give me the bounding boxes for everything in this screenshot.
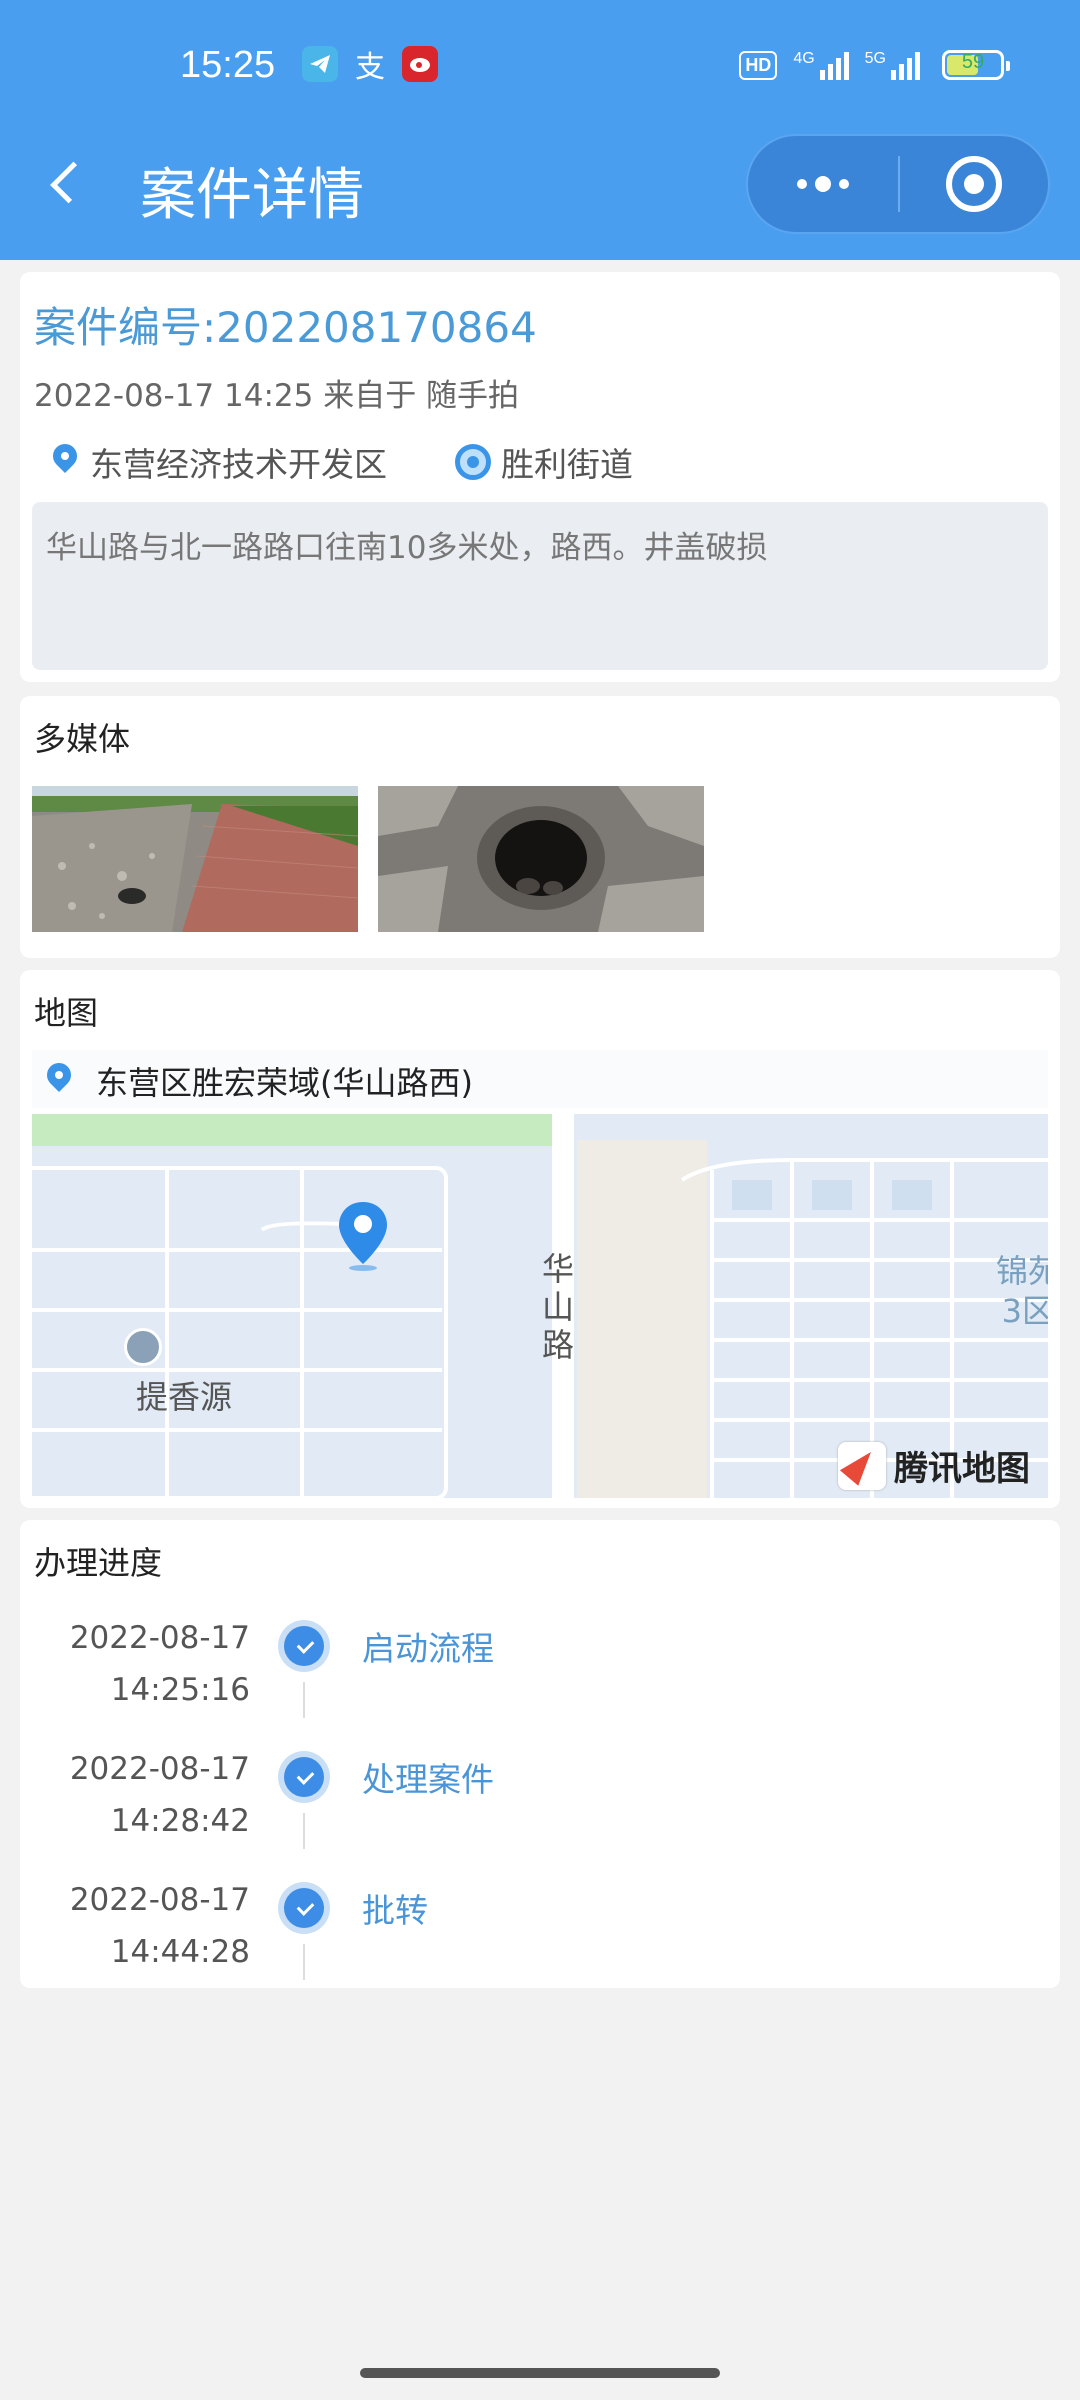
media-title: 多媒体 <box>34 720 131 758</box>
map-view[interactable]: 东营区胜宏荣域(华山路西) 华山路 提香源 锦苑 3区 腾讯地图 <box>32 1050 1048 1498</box>
weibo-icon <box>402 46 438 82</box>
app-header: 15:25 支 HD 4G 5G 59 案件详情 <box>0 0 1080 260</box>
media-thumbnail[interactable] <box>32 786 358 932</box>
step-label[interactable]: 处理案件 <box>362 1753 494 1801</box>
location-row: 东营经济技术开发区 胜利街道 <box>50 438 633 486</box>
step-timestamp: 2022-08-17 14:28:42 <box>69 1751 250 1839</box>
map-partial-label: 3区 <box>1001 1292 1048 1330</box>
home-poi-icon <box>124 1328 162 1366</box>
timeline-connector <box>303 1944 305 1980</box>
case-meta: 2022-08-17 14:25 来自于 随手拍 <box>34 378 520 414</box>
battery-icon: 59 <box>942 50 1010 80</box>
close-miniprogram-button[interactable] <box>900 136 1048 232</box>
progress-title: 办理进度 <box>34 1544 163 1582</box>
step-label[interactable]: 启动流程 <box>362 1622 494 1670</box>
map-address: 东营区胜宏荣域(华山路西) <box>96 1064 473 1102</box>
check-circle-icon <box>278 1751 330 1803</box>
media-card: 多媒体 <box>20 696 1060 958</box>
target-ring-icon <box>946 156 1002 212</box>
telegram-icon <box>302 46 338 82</box>
step-timestamp: 2022-08-17 14:25:16 <box>69 1620 250 1708</box>
media-thumbnail[interactable] <box>378 786 704 932</box>
location-pin-icon <box>44 1061 74 1101</box>
home-indicator[interactable] <box>360 2368 720 2378</box>
map-card: 地图 东营区胜宏荣域(华山路西) 华 山 路 提香源 锦苑 3区 腾讯地图 <box>20 970 1060 1508</box>
street-label: 胜利街道 <box>501 445 633 484</box>
alipay-icon: 支 <box>355 50 385 85</box>
case-info-card: 案件编号:202208170864 2022-08-17 14:25 来自于 随… <box>20 272 1060 682</box>
target-icon <box>455 444 491 480</box>
case-description: 华山路与北一路路口往南10多米处，路西。井盖破损 <box>32 502 1048 670</box>
case-number: 案件编号:202208170864 <box>34 303 537 352</box>
timeline-connector <box>303 1813 305 1849</box>
step-label[interactable]: 批转 <box>362 1884 428 1932</box>
progress-card: 办理进度 2022-08-17 14:25:16 启动流程 2022-08-17 1… <box>20 1520 1060 1988</box>
map-marker-icon <box>339 1202 387 1271</box>
timeline-step: 2022-08-17 14:25:16 启动流程 <box>20 1612 1060 1742</box>
location-pin-icon <box>50 442 80 482</box>
map-road-label: 华山路 <box>542 1250 575 1364</box>
timeline-step: 2022-08-17 14:44:28 批转 <box>20 1874 1060 2004</box>
check-circle-icon <box>278 1620 330 1672</box>
district-label: 东营经济技术开发区 <box>90 445 387 484</box>
signal-5g-icon: 5G <box>865 50 920 80</box>
compass-icon <box>838 1441 886 1490</box>
chevron-left-icon[interactable] <box>44 152 84 212</box>
map-poi-label: 提香源 <box>136 1378 233 1416</box>
mini-program-capsule <box>746 134 1050 234</box>
status-time: 15:25 <box>180 44 276 86</box>
map-title: 地图 <box>34 994 99 1032</box>
signal-4g-icon: 4G <box>793 50 849 80</box>
step-timestamp: 2022-08-17 14:44:28 <box>69 1882 250 1970</box>
more-dots-icon[interactable] <box>748 136 898 232</box>
timeline-connector <box>303 1682 305 1718</box>
status-app-icons: 支 <box>302 46 438 85</box>
check-circle-icon <box>278 1882 330 1934</box>
page-title: 案件详情 <box>140 163 364 228</box>
timeline-step: 2022-08-17 14:28:42 处理案件 <box>20 1743 1060 1873</box>
status-indicators: HD 4G 5G 59 <box>739 50 1010 80</box>
map-provider-logo: 腾讯地图 <box>838 1441 1030 1490</box>
hd-voice-badge: HD <box>739 50 778 80</box>
map-address-bar: 东营区胜宏荣域(华山路西) <box>32 1050 1048 1112</box>
